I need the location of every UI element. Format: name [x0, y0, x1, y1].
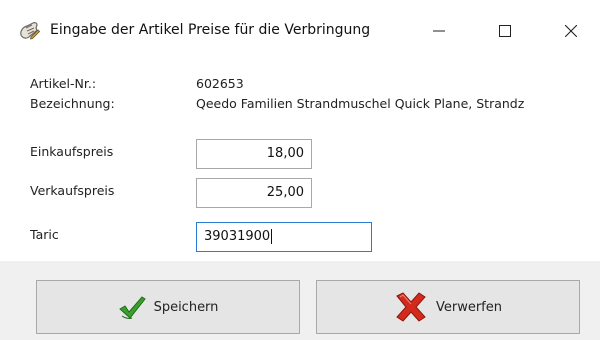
description-label: Bezeichnung:: [30, 96, 115, 111]
description-value: Qeedo Familien Strandmuschel Quick Plane…: [196, 96, 525, 111]
sales-price-field[interactable]: 25,00: [196, 178, 312, 208]
save-label: Speichern: [153, 299, 219, 315]
dialog-window: Eingabe der Artikel Preise für die Verbr…: [0, 0, 600, 340]
green-checkmark-icon: [118, 294, 146, 320]
red-x-icon: [394, 291, 428, 323]
purchase-price-value: 18,00: [266, 146, 304, 161]
text-caret: [271, 229, 273, 244]
maximize-button[interactable]: [482, 14, 528, 48]
discard-label: Verwerfen: [435, 299, 502, 315]
minimize-button[interactable]: [416, 14, 462, 48]
close-button[interactable]: [548, 14, 594, 48]
save-button[interactable]: Speichern: [36, 280, 300, 334]
article-no-label: Artikel-Nr.:: [30, 76, 97, 91]
taric-field[interactable]: 39031900: [196, 222, 372, 252]
taric-label: Taric: [30, 227, 59, 242]
purchase-price-field[interactable]: 18,00: [196, 139, 312, 169]
title-bar[interactable]: Eingabe der Artikel Preise für die Verbr…: [0, 0, 600, 58]
sales-price-value: 25,00: [266, 185, 304, 200]
article-no-value: 602653: [196, 76, 244, 91]
minimize-icon: [433, 30, 445, 32]
sales-price-label: Verkaufspreis: [30, 183, 115, 198]
purchase-price-label: Einkaufspreis: [30, 144, 114, 159]
taric-value: 39031900: [204, 229, 271, 244]
hand-pen-icon: [18, 20, 41, 42]
close-icon: [565, 25, 577, 37]
maximize-icon: [499, 25, 511, 37]
window-title: Eingabe der Artikel Preise für die Verbr…: [50, 22, 371, 38]
discard-button[interactable]: Verwerfen: [316, 280, 580, 334]
